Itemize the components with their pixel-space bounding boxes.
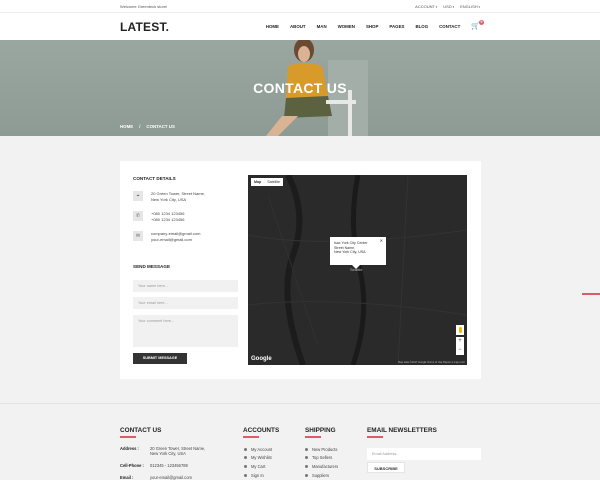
breadcrumb: HOME / CONTACT US <box>120 124 175 129</box>
footer-link-my-wishlist[interactable]: My Wishlist <box>244 455 272 460</box>
map-tab-satellite[interactable]: Satellite <box>264 178 283 186</box>
email-input[interactable]: Your email here... <box>133 297 238 309</box>
map-tab-map[interactable]: Map <box>251 178 264 186</box>
zoom-in-button[interactable]: + <box>456 337 464 346</box>
address-line-2: New York City, USA <box>151 197 187 202</box>
account-dropdown[interactable]: ACCOUNT <box>415 4 437 9</box>
subscribe-button[interactable]: SUBSCRIBE <box>367 462 405 473</box>
scroll-indicator <box>582 293 600 295</box>
zoom-controls: + − <box>456 337 464 355</box>
newsletter-email-input[interactable]: Email Address... <box>367 448 481 460</box>
close-icon[interactable]: ✕ <box>380 238 383 244</box>
top-bar: Welcome Greenteck store! ACCOUNT USD ENG… <box>0 0 600 13</box>
map-type-tabs: Map Satellite <box>251 178 283 186</box>
nav-women[interactable]: WOMEN <box>338 24 355 29</box>
breadcrumb-home[interactable]: HOME <box>120 124 133 129</box>
nav-pages[interactable]: PAGES <box>389 24 404 29</box>
footer-email-value[interactable]: your-email@gmail.com <box>150 475 192 480</box>
currency-dropdown[interactable]: USD <box>443 4 454 9</box>
footer-email: Email : your-email@gmail.com <box>120 475 192 480</box>
footer-phone-value: 012345 - 123456789 <box>150 463 188 468</box>
phone-icon: ✆ <box>133 211 143 221</box>
main-nav: HOME ABOUT MAN WOMEN SHOP PAGES BLOG CON… <box>266 20 484 30</box>
footer-phone-label: Cell-Phone : <box>120 463 144 468</box>
footer-contact-title: CONTACT US <box>120 427 162 438</box>
footer-link-my-cart[interactable]: My Cart <box>244 464 265 469</box>
footer-address: Address : 20 Green Tower, Street Name, N… <box>120 446 205 456</box>
nav-about[interactable]: ABOUT <box>290 24 306 29</box>
nav-blog[interactable]: BLOG <box>415 24 428 29</box>
nav-man[interactable]: MAN <box>317 24 327 29</box>
footer-email-label: Email : <box>120 475 134 480</box>
contact-address: ⌖ 20 Green Tower, Street Name, New York … <box>133 191 205 203</box>
footer-link-manufacturers[interactable]: Manufacturers <box>305 464 338 469</box>
submit-message-button[interactable]: SUBMIT MESSAGE <box>133 353 187 364</box>
breadcrumb-separator: / <box>139 124 141 129</box>
nav-home[interactable]: HOME <box>266 24 279 29</box>
footer-link-top-sellers[interactable]: Top Sellers <box>305 455 332 460</box>
phone-line-2: +080 1234 123456 <box>151 217 185 222</box>
map-attribution[interactable]: Map data ©2017 Google Terms of Use Repor… <box>398 361 465 364</box>
contact-phone: ✆ +080 1234 123456 +080 1234 123456 <box>133 211 184 223</box>
nav-contact[interactable]: CONTACT <box>439 24 460 29</box>
hero-banner: CONTACT US HOME / CONTACT US <box>0 40 600 136</box>
language-dropdown[interactable]: ENGLISH <box>460 4 480 9</box>
top-bar-menus: ACCOUNT USD ENGLISH <box>415 4 480 9</box>
google-logo: Google <box>251 356 272 362</box>
footer-link-my-account[interactable]: My Account <box>244 447 272 452</box>
comment-textarea[interactable]: Your comment here... <box>133 315 238 347</box>
zoom-out-button[interactable]: − <box>456 346 464 355</box>
name-input[interactable]: Your name here... <box>133 280 238 292</box>
footer-newsletter-title: EMAIL NEWSLETTERS <box>367 427 437 438</box>
map-pin-icon: ⌖ <box>133 191 143 201</box>
page-title: CONTACT US <box>253 80 347 96</box>
contact-card: CONTACT DETAILS ⌖ 20 Green Tower, Street… <box>120 161 481 379</box>
envelope-icon: ✉ <box>133 231 143 241</box>
footer-phone: Cell-Phone : 012345 - 123456789 <box>120 463 188 468</box>
contact-details-title: CONTACT DETAILS <box>133 176 176 181</box>
send-message-title: SEND MESSAGE <box>133 264 171 269</box>
footer-address-label: Address : <box>120 446 139 451</box>
header: LATEST. HOME ABOUT MAN WOMEN SHOP PAGES … <box>0 13 600 40</box>
info-line-3: New York City, USA <box>334 250 366 255</box>
footer-shipping-title: SHIPPING <box>305 427 336 438</box>
footer-link-suppliers[interactable]: Suppliers <box>305 473 329 478</box>
welcome-text: Welcome Greenteck store! <box>120 3 168 9</box>
nav-shop[interactable]: SHOP <box>366 24 378 29</box>
google-map[interactable]: Map Satellite ✕ Isac York City Center St… <box>248 175 467 365</box>
footer-address-line-2: New York City, USA <box>150 451 186 456</box>
street-view-pegman-icon[interactable] <box>456 325 464 335</box>
footer-link-sign-in[interactable]: Sign In <box>244 473 264 478</box>
breadcrumb-current: CONTACT US <box>146 124 175 129</box>
contact-email: ✉ company-email@gmail.com your-email@gma… <box>133 231 200 243</box>
footer: CONTACT US Address : 20 Green Tower, Str… <box>0 403 600 480</box>
cart-count-badge: 0 <box>479 20 484 25</box>
logo[interactable]: LATEST. <box>120 20 169 34</box>
footer-link-new-products[interactable]: New Products <box>305 447 337 452</box>
email-line-2[interactable]: your-email@gmail.com <box>151 237 200 243</box>
map-city-label: Seattle <box>350 267 363 272</box>
footer-accounts-title: ACCOUNTS <box>243 427 280 438</box>
cart-button[interactable]: 🛒 0 <box>471 20 484 30</box>
map-info-window: ✕ Isac York City Center Street Name, New… <box>330 237 386 269</box>
